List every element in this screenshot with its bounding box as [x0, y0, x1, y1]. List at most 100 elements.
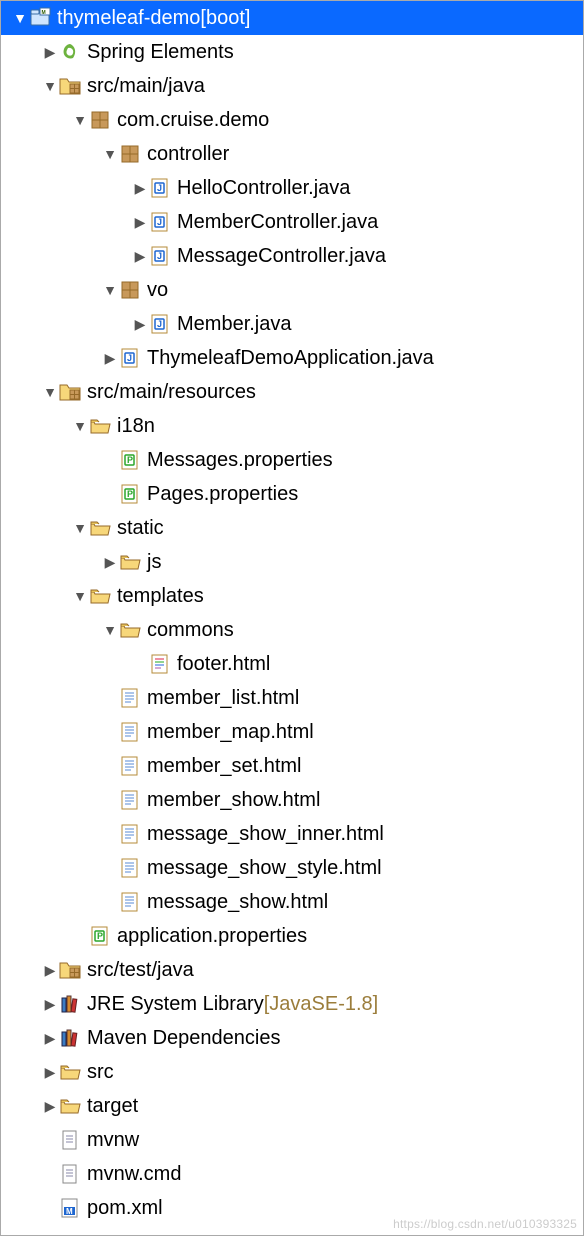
chevron-down-icon[interactable]: ▼	[71, 112, 89, 128]
tree-row[interactable]: ▼ src/main/java	[1, 69, 583, 103]
tree-row[interactable]: ▶ member_show.html	[1, 783, 583, 817]
library-icon	[59, 993, 81, 1015]
chevron-right-icon[interactable]: ▶	[101, 350, 119, 367]
tree-item-label: Messages.properties	[147, 449, 333, 472]
chevron-down-icon[interactable]: ▼	[71, 418, 89, 434]
html-icon	[119, 891, 141, 913]
tree-row[interactable]: ▶ target	[1, 1089, 583, 1123]
package-icon	[89, 109, 111, 131]
tree-row[interactable]: ▼ commons	[1, 613, 583, 647]
tree-row[interactable]: ▼ vo	[1, 273, 583, 307]
tree-row[interactable]: ▼ templates	[1, 579, 583, 613]
tree-item-label: member_map.html	[147, 721, 314, 744]
tree-item-label: controller	[147, 143, 229, 166]
spring-icon	[59, 41, 81, 63]
tree-row[interactable]: ▶ P Pages.properties	[1, 477, 583, 511]
chevron-down-icon[interactable]: ▼	[101, 622, 119, 638]
chevron-down-icon[interactable]: ▼	[11, 10, 29, 26]
tree-item-label: vo	[147, 279, 168, 302]
chevron-down-icon[interactable]: ▼	[101, 282, 119, 298]
tree-row[interactable]: ▶ member_list.html	[1, 681, 583, 715]
tree-row[interactable]: mvnw	[1, 1123, 583, 1157]
chevron-right-icon[interactable]: ▶	[131, 180, 149, 197]
html-icon	[119, 687, 141, 709]
chevron-down-icon[interactable]: ▼	[71, 520, 89, 536]
chevron-right-icon[interactable]: ▶	[131, 316, 149, 333]
svg-text:M: M	[42, 10, 46, 16]
tree-item-label: JRE System Library	[87, 993, 264, 1016]
tree-row[interactable]: ▶ J Member.java	[1, 307, 583, 341]
tree-row[interactable]: ▶ member_set.html	[1, 749, 583, 783]
tree-item-label: MemberController.java	[177, 211, 378, 234]
tree-row[interactable]: ▶ P Messages.properties	[1, 443, 583, 477]
tree-row[interactable]: ▼ src/main/resources	[1, 375, 583, 409]
propsP-icon: P	[119, 449, 141, 471]
tree-item-label: ThymeleafDemoApplication.java	[147, 347, 434, 370]
chevron-right-icon[interactable]: ▶	[41, 1098, 59, 1115]
tree-row[interactable]: ▶ J MemberController.java	[1, 205, 583, 239]
chevron-right-icon[interactable]: ▶	[41, 1064, 59, 1081]
chevron-down-icon[interactable]: ▼	[101, 146, 119, 162]
folder-open-icon	[59, 1095, 81, 1117]
chevron-down-icon[interactable]: ▼	[41, 384, 59, 400]
tree-row[interactable]: ▶ footer.html	[1, 647, 583, 681]
tree-row[interactable]: ▶ P application.properties	[1, 919, 583, 953]
tree-item-label: member_show.html	[147, 789, 320, 812]
svg-text:M: M	[66, 1207, 73, 1216]
tree-row[interactable]: ▼ com.cruise.demo	[1, 103, 583, 137]
svg-text:J: J	[157, 217, 162, 227]
chevron-down-icon[interactable]: ▼	[41, 78, 59, 94]
tree-item-label: mvnw	[87, 1129, 139, 1152]
file-icon	[59, 1129, 81, 1151]
tree-row[interactable]: ▶ member_map.html	[1, 715, 583, 749]
tree-row[interactable]: ▶ J HelloController.java	[1, 171, 583, 205]
chevron-right-icon[interactable]: ▶	[41, 44, 59, 61]
tree-row[interactable]: ▶ src/test/java	[1, 953, 583, 987]
java-icon: J	[149, 313, 171, 335]
chevron-right-icon[interactable]: ▶	[41, 996, 59, 1013]
tree-row[interactable]: ▶ J ThymeleafDemoApplication.java	[1, 341, 583, 375]
tree-row[interactable]: ▶ message_show_inner.html	[1, 817, 583, 851]
tree-row[interactable]: ▼ static	[1, 511, 583, 545]
tree-item-label: src/main/java	[87, 75, 205, 98]
tree-row[interactable]: ▶ J MessageController.java	[1, 239, 583, 273]
tree-item-label: Member.java	[177, 313, 292, 336]
tree-row[interactable]: mvnw.cmd	[1, 1157, 583, 1191]
src-pkg-icon	[59, 959, 81, 981]
html-icon	[119, 823, 141, 845]
tree-row[interactable]: ▼ M thymeleaf-demo [boot]	[1, 1, 583, 35]
project-explorer[interactable]: ▼ M thymeleaf-demo [boot]▶ Spring Elemen…	[0, 0, 584, 1236]
tree-row[interactable]: ▶ message_show_style.html	[1, 851, 583, 885]
chevron-down-icon[interactable]: ▼	[71, 588, 89, 604]
tree-row[interactable]: ▶ src	[1, 1055, 583, 1089]
tree-row[interactable]: ▼ controller	[1, 137, 583, 171]
folder-open-icon	[119, 619, 141, 641]
tree-row[interactable]: ▶ js	[1, 545, 583, 579]
tree-item-label: message_show_inner.html	[147, 823, 384, 846]
tree-item-label: Maven Dependencies	[87, 1027, 280, 1050]
svg-text:J: J	[157, 251, 162, 261]
chevron-right-icon[interactable]: ▶	[41, 962, 59, 979]
tree-row[interactable]: ▶ Maven Dependencies	[1, 1021, 583, 1055]
chevron-right-icon[interactable]: ▶	[131, 248, 149, 265]
propsP-icon: P	[89, 925, 111, 947]
maven-icon: M	[59, 1197, 81, 1219]
tree-row[interactable]: ▶ message_show.html	[1, 885, 583, 919]
tree-item-label: static	[117, 517, 164, 540]
chevron-right-icon[interactable]: ▶	[101, 554, 119, 571]
chevron-right-icon[interactable]: ▶	[131, 214, 149, 231]
java-icon: J	[149, 245, 171, 267]
html-icon	[119, 721, 141, 743]
tree-item-label: member_set.html	[147, 755, 302, 778]
html-icon	[119, 857, 141, 879]
tree-row[interactable]: ▶ Spring Elements	[1, 35, 583, 69]
chevron-right-icon[interactable]: ▶	[41, 1030, 59, 1047]
tree-row[interactable]: ▼ i18n	[1, 409, 583, 443]
library-icon	[59, 1027, 81, 1049]
tree-item-label: mvnw.cmd	[87, 1163, 181, 1186]
tree-row[interactable]: ▶ JRE System Library [JavaSE-1.8]	[1, 987, 583, 1021]
folder-open-icon	[89, 585, 111, 607]
java-icon: J	[149, 211, 171, 233]
watermark: https://blog.csdn.net/u010393325	[393, 1217, 577, 1231]
folder-open-icon	[59, 1061, 81, 1083]
